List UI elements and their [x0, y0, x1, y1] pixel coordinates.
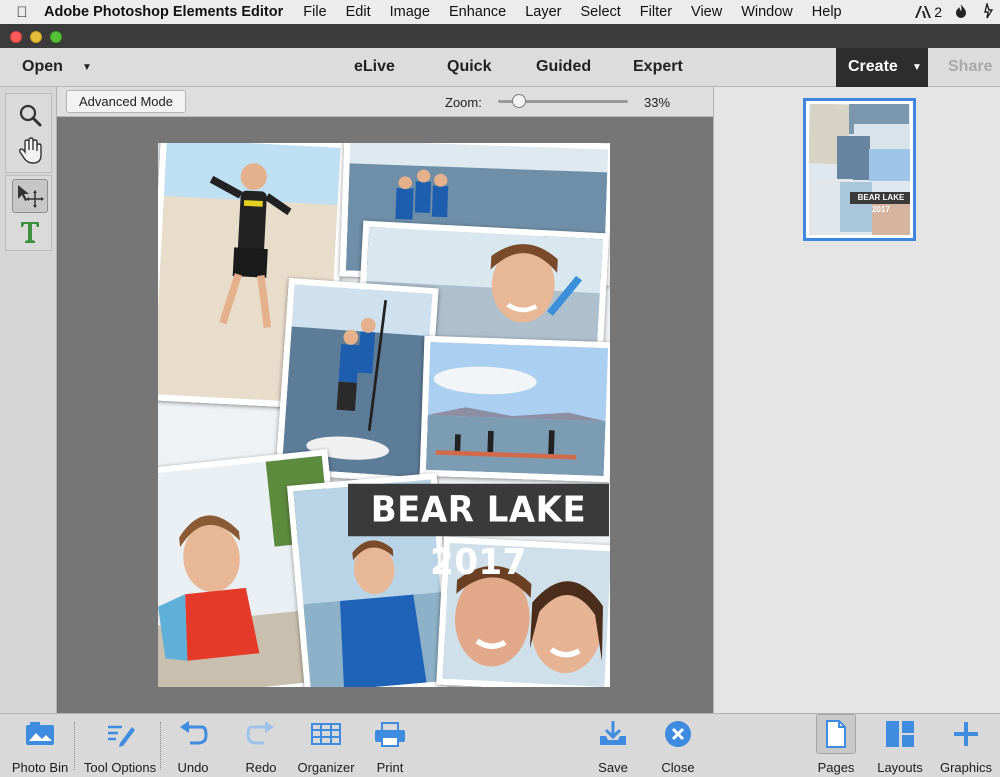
zoom-value: 33%: [644, 95, 671, 110]
redo-button[interactable]: Redo: [238, 714, 284, 777]
magnifier-icon: [19, 104, 42, 127]
menu-layer[interactable]: Layer: [525, 4, 561, 20]
menu-enhance[interactable]: Enhance: [449, 4, 506, 20]
graphics-button[interactable]: Graphics: [936, 714, 996, 777]
dropbox-icon[interactable]: [980, 0, 994, 22]
app-window:  Adobe Photoshop Elements Editor File E…: [0, 0, 1000, 777]
photo-bin-button[interactable]: Photo Bin: [8, 714, 72, 777]
menu-select[interactable]: Select: [580, 4, 620, 20]
window-titlebar: [0, 24, 1000, 48]
redo-label: Redo: [245, 760, 277, 775]
move-tool[interactable]: [12, 179, 48, 213]
bottom-taskbar: Photo Bin Tool Options Undo Redo Organiz…: [0, 713, 1000, 777]
pages-label: Pages: [817, 760, 855, 775]
minimize-window-button[interactable]: [30, 31, 42, 43]
mode-bar: Open ▼ eLive Quick Guided Expert Create …: [0, 48, 1000, 87]
pages-icon: [826, 720, 846, 748]
page-thumbnail[interactable]: BEAR LAKE 2017: [803, 98, 916, 241]
pages-panel: BEAR LAKE 2017: [713, 87, 1000, 713]
layouts-button[interactable]: Layouts: [872, 714, 928, 777]
save-label: Save: [598, 760, 628, 775]
print-icon: [375, 722, 405, 747]
open-dropdown-icon[interactable]: ▼: [82, 62, 92, 73]
move-icon: [18, 185, 44, 208]
photo-bin-label: Photo Bin: [11, 760, 69, 775]
undo-icon: [180, 721, 208, 745]
pages-button[interactable]: Pages: [815, 714, 857, 777]
page-thumbnail-preview: BEAR LAKE 2017: [809, 104, 910, 235]
document-canvas[interactable]: BEAR LAKE 2017: [57, 117, 713, 713]
thumbnail-title-text: BEAR LAKE 2017: [850, 192, 910, 214]
create-dropdown-icon: ▼: [912, 62, 922, 73]
layouts-label: Layouts: [877, 760, 923, 775]
tab-elive[interactable]: eLive: [354, 58, 395, 76]
flame-icon[interactable]: [954, 3, 968, 22]
edit-tools-group: [5, 175, 52, 251]
redo-icon: [246, 721, 274, 745]
options-strip: Advanced Mode Zoom: 33%: [57, 87, 713, 117]
photo-group-paddle[interactable]: [419, 335, 610, 483]
plus-icon: [954, 722, 978, 746]
apple-icon[interactable]: : [0, 4, 44, 21]
collage-page[interactable]: BEAR LAKE 2017: [158, 143, 610, 687]
undo-button[interactable]: Undo: [170, 714, 216, 777]
zoom-window-button[interactable]: [50, 31, 62, 43]
print-button[interactable]: Print: [368, 714, 412, 777]
taskbar-divider: [160, 722, 161, 770]
tab-guided[interactable]: Guided: [536, 58, 591, 76]
adobe-badge[interactable]: 2: [914, 4, 942, 20]
toolbox: [0, 87, 57, 713]
zoom-label: Zoom:: [445, 95, 482, 110]
organizer-label: Organizer: [297, 760, 355, 775]
organizer-button[interactable]: Organizer: [292, 714, 360, 777]
app-name-menu[interactable]: Adobe Photoshop Elements Editor: [44, 4, 283, 20]
share-button[interactable]: Share: [948, 58, 992, 76]
hand-tool[interactable]: [12, 134, 48, 168]
tab-quick[interactable]: Quick: [447, 58, 491, 76]
adobe-badge-count: 2: [934, 4, 942, 20]
tool-options-label: Tool Options: [83, 760, 157, 775]
close-circle-icon: [665, 721, 691, 747]
close-label: Close: [661, 760, 695, 775]
advanced-mode-button[interactable]: Advanced Mode: [66, 90, 186, 113]
zoom-slider-thumb[interactable]: [511, 94, 526, 108]
photo-bin-icon: [26, 722, 54, 745]
collage-title-text[interactable]: BEAR LAKE 2017: [348, 483, 609, 584]
tab-expert[interactable]: Expert: [633, 58, 683, 76]
menubar:  Adobe Photoshop Elements Editor File E…: [0, 0, 1000, 24]
menubar-status-area: 2: [914, 0, 1000, 24]
taskbar-divider: [74, 722, 75, 770]
create-label: Create: [848, 58, 898, 75]
organizer-icon: [311, 723, 341, 745]
menu-help[interactable]: Help: [812, 4, 842, 20]
save-button[interactable]: Save: [592, 714, 634, 777]
print-label: Print: [376, 760, 404, 775]
menu-file[interactable]: File: [303, 4, 326, 20]
zoom-tool[interactable]: [12, 98, 48, 132]
view-tools-group: [5, 93, 52, 173]
tool-options-icon: [108, 725, 135, 747]
open-button[interactable]: Open: [22, 58, 63, 76]
tool-options-button[interactable]: Tool Options: [80, 714, 160, 777]
zoom-slider[interactable]: [498, 94, 628, 108]
create-button[interactable]: Create ▼: [836, 48, 928, 87]
save-download-icon: [600, 721, 626, 745]
undo-label: Undo: [177, 760, 209, 775]
menu-view[interactable]: View: [691, 4, 722, 20]
graphics-label: Graphics: [939, 760, 993, 775]
hand-icon: [18, 137, 42, 164]
thumbnail-collage-image: [809, 104, 910, 235]
menu-edit[interactable]: Edit: [346, 4, 371, 20]
menu-image[interactable]: Image: [390, 4, 430, 20]
menu-window[interactable]: Window: [741, 4, 793, 20]
close-window-button[interactable]: [10, 31, 22, 43]
layouts-icon: [886, 721, 914, 747]
menu-filter[interactable]: Filter: [640, 4, 672, 20]
type-tool[interactable]: [12, 215, 48, 249]
close-document-button[interactable]: Close: [656, 714, 700, 777]
adobe-icon: [915, 6, 932, 18]
type-t-icon: [21, 222, 39, 243]
